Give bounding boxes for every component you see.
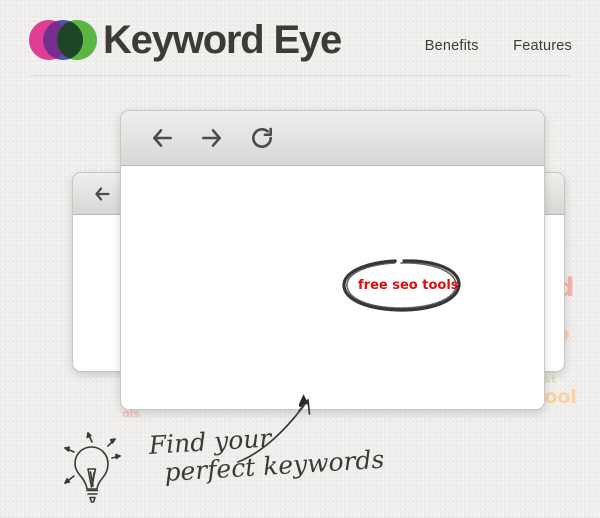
main-browser-window[interactable]: [120, 110, 545, 410]
highlighted-keyword: free seo tools: [358, 278, 459, 293]
reload-icon[interactable]: [249, 125, 275, 151]
nav-buttons: [149, 125, 275, 151]
browser-content: [121, 166, 544, 409]
browser-toolbar: [121, 111, 544, 166]
arrow-left-icon[interactable]: [91, 183, 113, 205]
arrow-right-icon[interactable]: [199, 125, 225, 151]
arrow-left-icon[interactable]: [149, 125, 175, 151]
mouse-cursor-icon: [299, 394, 309, 408]
lightbulb-icon: [64, 432, 121, 503]
